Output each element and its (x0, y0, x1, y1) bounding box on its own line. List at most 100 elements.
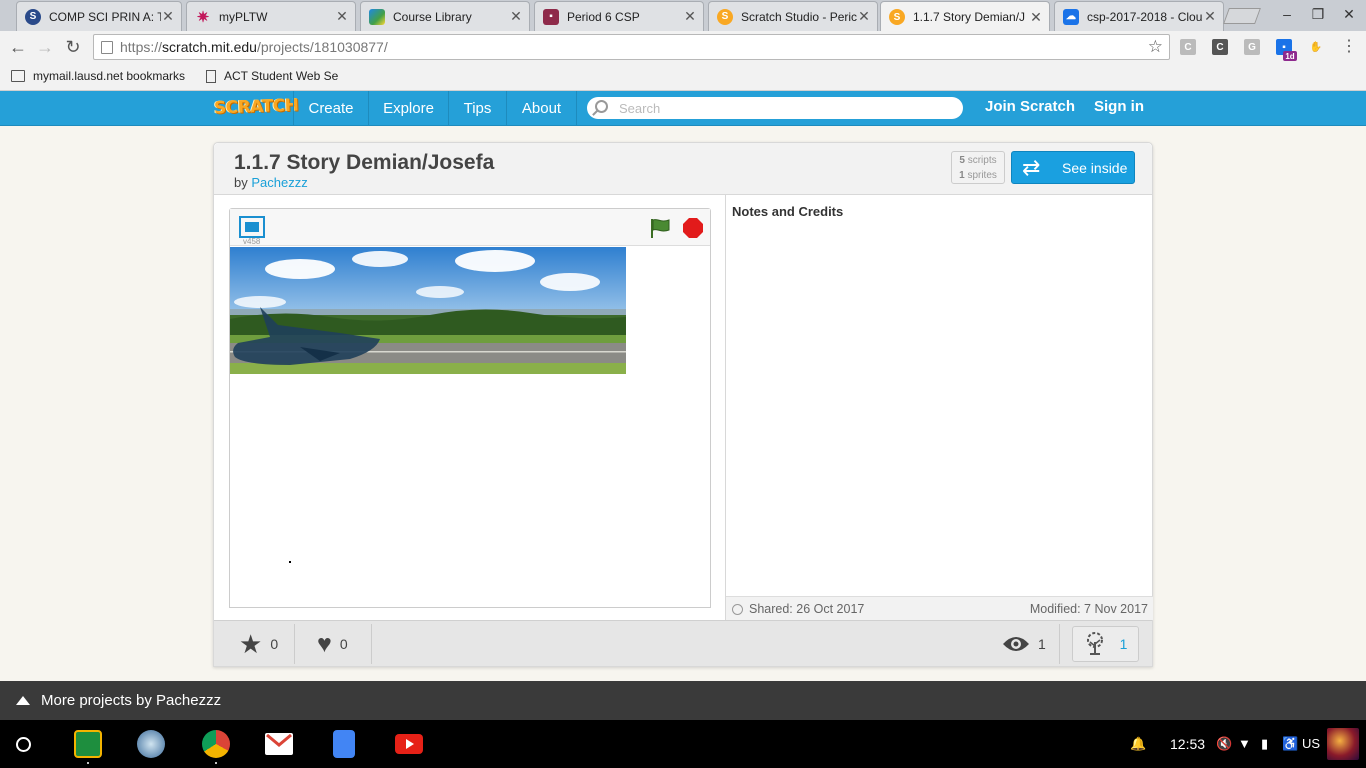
notes-footer: Shared: 26 Oct 2017 Modified: 7 Nov 2017 (726, 596, 1153, 620)
tab-active-project[interactable]: S 1.1.7 Story Demian/J ✕ (880, 1, 1050, 32)
green-flag-icon[interactable] (649, 217, 671, 239)
browser-toolbar: ← → ↻ https://scratch.mit.edu/projects/1… (0, 31, 1366, 63)
bookmark-label: ACT Student Web Se (224, 69, 339, 83)
favorite-button[interactable]: ♥ 0 (317, 621, 348, 667)
cloud-icon: ☁ (1063, 8, 1079, 25)
bookmark-folder[interactable]: mymail.lausd.net bookmarks (11, 69, 185, 83)
project-card: 1.1.7 Story Demian/Josefa by Pachezzz 5 … (213, 142, 1153, 667)
keyboard-locale[interactable]: US (1302, 720, 1320, 768)
see-inside-button[interactable]: ⇄ See inside (1011, 151, 1135, 184)
notifications-icon[interactable]: 🔔 (1130, 720, 1146, 768)
close-tab-icon[interactable]: ✕ (683, 8, 697, 25)
extension-icon[interactable]: C (1180, 39, 1196, 55)
tab-comp-sci[interactable]: S COMP SCI PRIN A: Th ✕ (16, 1, 182, 31)
app-shield-icon[interactable] (137, 730, 165, 758)
tab-course-library[interactable]: Course Library ✕ (360, 1, 530, 31)
bookmarks-bar: mymail.lausd.net bookmarks ACT Student W… (0, 63, 1366, 91)
divider (1059, 624, 1060, 664)
views-count: 1 (1038, 636, 1046, 652)
reload-icon[interactable]: ↻ (62, 37, 84, 57)
forward-icon[interactable]: → (34, 37, 56, 57)
love-count: 0 (270, 636, 279, 652)
sign-in-link[interactable]: Sign in (1094, 91, 1144, 126)
mute-icon[interactable]: 🔇 (1216, 720, 1232, 768)
close-tab-icon[interactable]: ✕ (335, 8, 349, 25)
heart-icon: ♥ (317, 629, 332, 658)
extension-badge: 1d (1283, 51, 1297, 61)
nav-create[interactable]: Create (293, 91, 369, 126)
bookmark-item[interactable]: ACT Student Web Se (206, 69, 338, 83)
bookmark-label: mymail.lausd.net bookmarks (33, 69, 186, 83)
bookmark-star-icon[interactable]: ☆ (1148, 37, 1163, 57)
star-icon: ★ (239, 628, 263, 659)
favorite-count: 0 (339, 636, 348, 652)
see-inside-label: See inside (1062, 159, 1128, 176)
divider (294, 624, 295, 664)
clock[interactable]: 12:53 (1170, 720, 1205, 768)
menu-icon[interactable]: ⋮ (1338, 37, 1360, 57)
close-tab-icon[interactable]: ✕ (857, 8, 871, 25)
scratch-logo[interactable]: SCRATCH (214, 96, 299, 119)
project-player: v458 (229, 208, 711, 608)
chrome-icon[interactable] (202, 730, 230, 758)
launcher-icon[interactable] (16, 737, 31, 752)
gmail-icon[interactable] (265, 733, 293, 755)
tab-title: Scratch Studio - Peric (741, 9, 857, 24)
classroom-icon: ▪ (543, 8, 559, 25)
remix-tree-button[interactable]: 1 (1072, 626, 1139, 662)
close-tab-icon[interactable]: ✕ (509, 8, 523, 25)
tab-scratch-studio[interactable]: S Scratch Studio - Peric ✕ (708, 1, 878, 31)
wifi-icon[interactable]: ▼ (1238, 720, 1251, 768)
search-input[interactable]: Search (587, 97, 963, 119)
share-icon (732, 603, 743, 615)
address-bar[interactable]: https://scratch.mit.edu/projects/1810308… (93, 34, 1170, 60)
notes-panel: Notes and Credits Shared: 26 Oct 2017 Mo… (725, 195, 1153, 620)
new-tab-button[interactable] (1223, 8, 1261, 24)
google-classroom-icon[interactable] (74, 730, 102, 758)
views-stat: 1 (1002, 621, 1046, 667)
extension-icon[interactable]: C (1212, 39, 1228, 55)
see-inside-icon: ⇄ (1022, 154, 1041, 180)
accessibility-icon[interactable]: ♿ (1282, 720, 1298, 768)
extension-icon[interactable]: ✋ (1308, 39, 1324, 55)
tab-mypltw[interactable]: ✷ myPLTW ✕ (186, 1, 356, 31)
page-info-icon[interactable] (101, 41, 113, 54)
close-tab-icon[interactable]: ✕ (161, 8, 175, 25)
battery-icon[interactable]: ▮ (1261, 720, 1268, 768)
folder-icon (11, 70, 25, 82)
nav-tips[interactable]: Tips (449, 91, 507, 126)
love-button[interactable]: ★ 0 (239, 621, 278, 667)
search-icon (595, 100, 608, 113)
os-shelf: 🔔 12:53 🔇 ▼ ▮ ♿ US (0, 720, 1366, 768)
back-icon[interactable]: ← (7, 37, 29, 57)
author-link[interactable]: Pachezzz (251, 175, 307, 190)
project-stage[interactable] (230, 247, 626, 374)
url-host: scratch.mit.edu (162, 39, 257, 55)
more-projects-bar[interactable]: More projects by Pachezzz (0, 681, 1366, 720)
restore-icon[interactable]: ❐ (1309, 6, 1327, 23)
scratch-favicon-icon: S (717, 8, 733, 25)
close-window-icon[interactable]: ✕ (1340, 6, 1358, 23)
sprites-label: sprites (967, 170, 997, 181)
close-tab-icon[interactable]: ✕ (1203, 8, 1217, 25)
minimize-icon[interactable]: – (1278, 6, 1296, 22)
scripts-label: scripts (967, 155, 997, 166)
tab-title: 1.1.7 Story Demian/J (913, 10, 1026, 24)
close-tab-icon[interactable]: ✕ (1029, 9, 1043, 26)
youtube-icon[interactable] (395, 734, 423, 754)
google-docs-icon[interactable] (333, 730, 355, 758)
user-avatar[interactable] (1327, 728, 1359, 760)
stop-icon[interactable] (682, 217, 704, 239)
project-author-line: by Pachezzz (234, 175, 308, 190)
notes-heading: Notes and Credits (732, 204, 844, 219)
search-placeholder: Search (619, 100, 661, 116)
fullscreen-icon[interactable] (239, 216, 265, 238)
join-scratch-link[interactable]: Join Scratch (985, 91, 1075, 126)
tab-period6-csp[interactable]: ▪ Period 6 CSP ✕ (534, 1, 704, 31)
nav-explore[interactable]: Explore (369, 91, 449, 126)
extension-icon[interactable]: G (1244, 39, 1260, 55)
nav-about[interactable]: About (507, 91, 577, 126)
tab-csp-cloud[interactable]: ☁ csp-2017-2018 - Clou ✕ (1054, 1, 1224, 31)
project-title: 1.1.7 Story Demian/Josefa (234, 151, 495, 174)
scripts-count: 5 (959, 155, 965, 166)
